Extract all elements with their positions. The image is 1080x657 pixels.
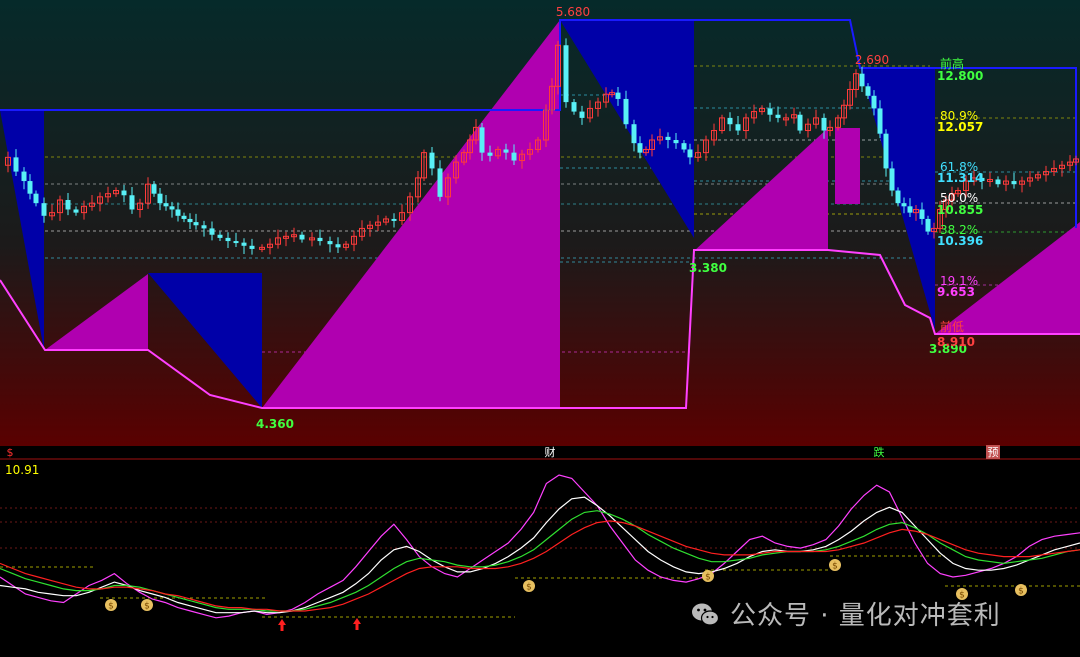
oscillator-readout: 10.91 xyxy=(5,463,39,477)
svg-text:$: $ xyxy=(705,573,711,583)
candle-body xyxy=(637,143,643,153)
fib-level-label: 前低 xyxy=(940,319,964,334)
candle-body xyxy=(151,184,157,194)
candle-body xyxy=(121,190,127,196)
event-marker: $ xyxy=(7,446,14,459)
fib-level-value: 9.653 xyxy=(937,285,975,299)
trough-label: 3.380 xyxy=(689,261,727,275)
svg-text:$: $ xyxy=(144,602,150,612)
candle-body xyxy=(13,157,19,172)
fib-level-value: 11.314 xyxy=(937,171,983,185)
event-marker: 预 xyxy=(988,446,999,459)
trough-label: 4.360 xyxy=(256,417,294,431)
candle-body xyxy=(225,237,231,242)
wechat-logo-icon xyxy=(692,603,720,626)
candle-body xyxy=(157,193,163,204)
candle-body xyxy=(673,140,679,144)
candle-body xyxy=(1011,181,1017,185)
peak-label: 5.680 xyxy=(556,5,590,19)
event-marker: 财 xyxy=(545,445,556,459)
candle-body xyxy=(65,200,71,210)
candle-body xyxy=(27,181,33,194)
candle-body xyxy=(217,234,223,238)
candle-body xyxy=(193,222,199,226)
candle-body xyxy=(735,124,741,131)
candle-body xyxy=(511,152,517,161)
candle-body xyxy=(299,234,305,240)
candle-body xyxy=(865,86,871,96)
marker-strip xyxy=(0,446,1080,460)
event-marker: 跌 xyxy=(874,445,885,459)
zone-box xyxy=(835,128,860,204)
stock-chart-window: 5.680 2.690 4.360 3.380 3.890 前高 12.800 80.9% 12… xyxy=(0,0,1080,657)
candle-body xyxy=(563,45,569,103)
candle-body xyxy=(327,241,333,245)
candle-body xyxy=(335,244,341,248)
peak-label: 2.690 xyxy=(855,53,889,67)
candle-body xyxy=(883,133,889,169)
candle-body xyxy=(437,168,443,197)
candle-body xyxy=(901,203,907,207)
fib-level-value: 12.800 xyxy=(937,69,983,83)
candle-body xyxy=(665,136,671,140)
candle-body xyxy=(877,108,883,134)
candle-body xyxy=(187,218,193,223)
candle-body xyxy=(995,179,1001,185)
fib-level-value: 12.057 xyxy=(937,120,983,134)
svg-text:$: $ xyxy=(108,602,114,612)
candle-body xyxy=(821,117,827,131)
candle-body xyxy=(163,203,169,207)
candle-body xyxy=(907,206,913,213)
candle-body xyxy=(623,98,629,125)
fib-level-value: 8.910 xyxy=(937,335,975,349)
candle-body xyxy=(209,228,215,235)
candle-body xyxy=(681,143,687,150)
candle-body xyxy=(687,149,693,158)
candle-body xyxy=(181,215,187,219)
candle-body xyxy=(249,245,255,249)
candle-body xyxy=(73,209,79,213)
candle-body xyxy=(391,218,397,221)
candle-body xyxy=(169,206,175,210)
candle-body xyxy=(21,171,27,182)
candle-body xyxy=(175,209,181,216)
candle-body xyxy=(631,124,637,144)
candle-body xyxy=(889,168,895,191)
candle-body xyxy=(241,242,247,246)
svg-text:$: $ xyxy=(526,583,532,593)
svg-text:$: $ xyxy=(1018,587,1024,597)
candle-body xyxy=(919,209,925,219)
candle-body xyxy=(479,127,485,153)
candle-body xyxy=(859,73,865,87)
candle-body xyxy=(871,95,877,109)
candle-body xyxy=(317,237,323,242)
candle-body xyxy=(201,225,207,229)
candle-body xyxy=(797,114,803,131)
candle-body xyxy=(895,190,901,204)
watermark-text: 公众号 · 量化对冲套利 xyxy=(730,601,1001,631)
candlestick-chart[interactable]: 5.6802.6904.3603.3803.890前高12.80080.9%12… xyxy=(0,0,1080,460)
candle-body xyxy=(571,102,577,112)
fib-level-value: 10.396 xyxy=(937,234,983,248)
candle-body xyxy=(727,117,733,125)
candle-body xyxy=(775,114,781,118)
candle-body xyxy=(579,111,585,118)
candle-body xyxy=(487,152,493,156)
candle-body xyxy=(41,203,47,216)
svg-text:$: $ xyxy=(832,562,838,572)
candle-body xyxy=(767,108,773,115)
candle-body xyxy=(129,195,135,210)
candle-body xyxy=(233,241,239,244)
candle-body xyxy=(429,152,435,169)
watermark: 公众号 · 量化对冲套利 xyxy=(690,595,1001,632)
fib-level-value: 10.855 xyxy=(937,203,983,217)
candle-body xyxy=(615,92,621,99)
candle-body xyxy=(925,218,931,232)
candle-body xyxy=(33,193,39,204)
candle-body xyxy=(503,149,509,153)
